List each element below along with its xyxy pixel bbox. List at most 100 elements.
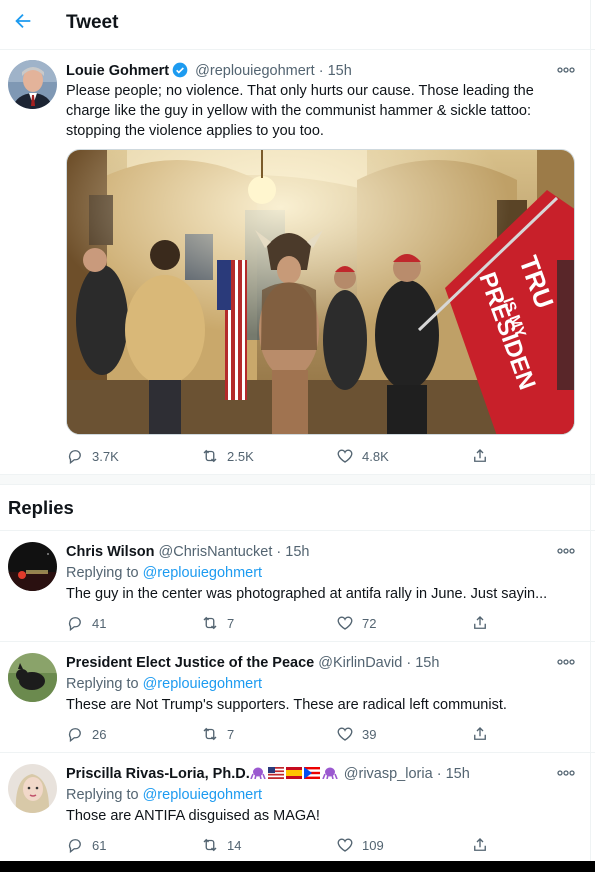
retweet-count: 14	[227, 837, 242, 853]
replying-to-line: Replying to @replouiegohmert	[66, 676, 262, 692]
avatar[interactable]	[8, 764, 57, 813]
heart-icon	[337, 838, 353, 852]
author-handle[interactable]: @ChrisNantucket	[159, 544, 273, 560]
reply-actions: 41 7 72	[66, 613, 496, 633]
heart-icon	[337, 616, 353, 630]
reply-actions: 61 14 109	[66, 835, 496, 855]
reply-text: Those are ANTIFA disguised as MAGA!	[66, 808, 320, 824]
like-button[interactable]: 72	[336, 613, 376, 633]
main-tweet: Louie Gohmert @replouiegohmert · 15h Ple…	[0, 50, 595, 475]
more-options-icon[interactable]	[557, 770, 575, 776]
share-icon	[474, 616, 486, 629]
spain-flag-emoji-icon	[285, 767, 302, 779]
separator: ·	[318, 63, 324, 79]
reply-button[interactable]: 61	[66, 835, 106, 855]
timestamp[interactable]: 15h	[415, 655, 439, 671]
timestamp[interactable]: 15h	[446, 766, 470, 782]
share-button[interactable]	[471, 613, 497, 633]
replying-to-link[interactable]: @replouiegohmert	[143, 676, 263, 692]
author-handle[interactable]: @replouiegohmert	[195, 63, 315, 79]
tweet-actions: 3.7K 2.5K 4.8K	[66, 446, 496, 466]
section-divider	[0, 475, 595, 485]
timestamp[interactable]: 15h	[285, 544, 309, 560]
retweet-button[interactable]: 7	[201, 724, 234, 744]
replying-to-line: Replying to @replouiegohmert	[66, 565, 262, 581]
replying-to-label: Replying to	[66, 676, 139, 692]
like-button[interactable]: 4.8K	[336, 446, 389, 466]
author-name[interactable]: Priscilla Rivas-Loria, Ph.D.	[66, 766, 250, 782]
reply-icon	[68, 839, 81, 854]
author-name[interactable]: Louie Gohmert	[66, 63, 169, 79]
author-handle[interactable]: @KirlinDavid	[318, 655, 402, 671]
reply-text: These are Not Trump's supporters. These …	[66, 697, 507, 713]
reply-icon	[68, 450, 81, 465]
reply-tweet[interactable]: Priscilla Rivas-Loria, Ph.D. @rivasp_lor…	[0, 752, 595, 861]
reply-icon	[68, 728, 81, 743]
like-button[interactable]: 39	[336, 724, 376, 744]
share-button[interactable]	[471, 835, 497, 855]
like-count: 39	[362, 726, 377, 742]
author-line: President Elect Justice of the Peace @Ki…	[66, 655, 439, 671]
octopus-emoji-icon	[250, 767, 266, 779]
replying-to-label: Replying to	[66, 787, 139, 803]
share-icon	[474, 838, 486, 851]
retweet-count: 2.5K	[227, 448, 254, 464]
reply-button[interactable]: 26	[66, 724, 106, 744]
retweet-count: 7	[227, 726, 235, 742]
like-button[interactable]: 109	[336, 835, 384, 855]
reply-button[interactable]: 41	[66, 613, 106, 633]
share-button[interactable]	[471, 724, 497, 744]
replies-heading: Replies	[8, 497, 74, 518]
capitol-crowd-photo: TRU IS MY PRESIDEN	[67, 150, 574, 434]
replying-to-label: Replying to	[66, 565, 139, 581]
reply-actions: 26 7 39	[66, 724, 496, 744]
octopus-emoji-icon	[322, 767, 338, 779]
reply-count: 61	[92, 837, 107, 853]
reply-text: The guy in the center was photographed a…	[66, 586, 548, 602]
column-border	[590, 0, 591, 872]
more-options-icon[interactable]	[557, 548, 575, 554]
puerto-rico-flag-emoji-icon	[303, 767, 320, 779]
share-icon	[474, 449, 486, 462]
avatar[interactable]	[8, 542, 57, 591]
tweet-photo[interactable]: TRU IS MY PRESIDEN	[66, 149, 575, 435]
share-button[interactable]	[471, 446, 497, 466]
heart-icon	[337, 449, 353, 463]
timestamp[interactable]: 15h	[328, 63, 352, 79]
separator: ·	[406, 655, 412, 671]
author-name[interactable]: President Elect Justice of the Peace	[66, 655, 314, 671]
retweet-button[interactable]: 2.5K	[201, 446, 254, 466]
verified-badge-icon	[172, 62, 188, 78]
us-flag-emoji-icon	[267, 767, 284, 779]
separator: ·	[276, 544, 282, 560]
retweet-button[interactable]: 7	[201, 613, 234, 633]
top-bar: Tweet	[0, 0, 595, 50]
more-options-icon[interactable]	[557, 659, 575, 665]
retweet-icon	[203, 449, 217, 463]
avatar[interactable]	[8, 60, 57, 109]
author-handle[interactable]: @rivasp_loria	[344, 766, 433, 782]
replying-to-line: Replying to @replouiegohmert	[66, 787, 262, 803]
reply-count: 3.7K	[92, 448, 119, 464]
more-options-icon[interactable]	[557, 67, 575, 73]
like-count: 72	[362, 615, 377, 631]
reply-tweet[interactable]: President Elect Justice of the Peace @Ki…	[0, 641, 595, 752]
retweet-icon	[203, 727, 217, 741]
author-line: Priscilla Rivas-Loria, Ph.D. @rivasp_lor…	[66, 766, 470, 782]
avatar[interactable]	[8, 653, 57, 702]
back-arrow-icon[interactable]	[12, 10, 34, 32]
reply-tweet[interactable]: Chris Wilson @ChrisNantucket · 15h Reply…	[0, 530, 595, 641]
share-icon	[474, 727, 486, 740]
tweet-text: Please people; no violence. That only hu…	[66, 83, 534, 139]
retweet-button[interactable]: 14	[201, 835, 241, 855]
reply-button[interactable]: 3.7K	[66, 446, 119, 466]
reply-icon	[68, 617, 81, 632]
author-line: Chris Wilson @ChrisNantucket · 15h	[66, 544, 309, 560]
retweet-icon	[203, 838, 217, 852]
replying-to-link[interactable]: @replouiegohmert	[143, 787, 263, 803]
replying-to-link[interactable]: @replouiegohmert	[143, 565, 263, 581]
author-name[interactable]: Chris Wilson	[66, 544, 155, 560]
heart-icon	[337, 727, 353, 741]
reply-count: 26	[92, 726, 107, 742]
retweet-count: 7	[227, 615, 235, 631]
